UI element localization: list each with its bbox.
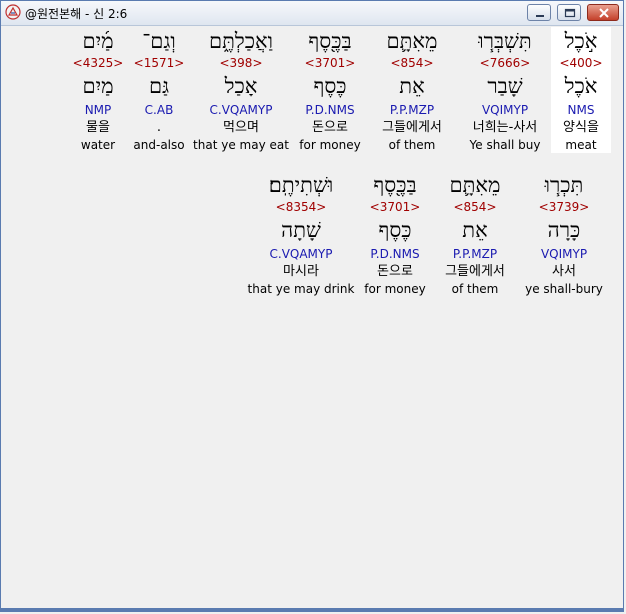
minimize-icon (536, 15, 544, 17)
window-title: @원전본해 - 신 2:6 (25, 7, 128, 21)
lemma: כָּרָה (547, 218, 581, 242)
english-gloss: ye shall-bury (525, 282, 603, 296)
hebrew-word: תִּכְר֧וּ (544, 173, 584, 197)
maximize-button[interactable] (557, 4, 581, 21)
word-1-4[interactable]: בַּכֶּ֖סֶף <3701> כֶּסֶף P.D.NMS 돈으로 for… (297, 27, 363, 153)
korean-gloss: 사서 (552, 264, 576, 279)
english-gloss: of them (388, 138, 436, 152)
hebrew-word: בַּכֶּ֖סֶף (373, 173, 417, 197)
title-bar[interactable]: @원전본해 - 신 2:6 (1, 1, 623, 26)
strong-number[interactable]: <398> (193, 55, 289, 71)
morphology: NMP (84, 103, 112, 117)
word-1-1[interactable]: אֹ֣כֶל <400> אֹכֶל NMS 양식을 meat (551, 27, 611, 153)
english-gloss: Ye shall buy (469, 138, 541, 152)
morphology: C.AB (144, 103, 174, 117)
hebrew-word: וְגַם־ (142, 29, 176, 53)
english-gloss: that ye may eat (193, 138, 289, 152)
word-2-4[interactable]: וּשְׁתִיתֶֽם׃ <8354> שָׁתָה C.VQAMYP 마시라… (247, 171, 355, 297)
lemma: אֵת (462, 218, 488, 242)
strong-number[interactable]: <1571> (131, 55, 187, 71)
english-gloss: of them (451, 282, 499, 296)
lemma: כֶּסֶף (378, 218, 412, 242)
lemma: מַיִם (82, 74, 114, 98)
close-button[interactable] (587, 4, 619, 21)
morphology: NMS (567, 103, 595, 117)
morphology: P.P.MZP (389, 103, 435, 117)
morphology: VQIMYP (481, 103, 529, 117)
hebrew-word: וּשְׁתִיתֶֽם׃ (268, 173, 334, 197)
hebrew-word: אֹ֣כֶל (564, 29, 598, 53)
minimize-button[interactable] (527, 4, 551, 21)
verse-line-2: תִּכְר֧וּ <3739> כָּרָה VQIMYP 사서 ye sha… (7, 171, 617, 311)
korean-gloss: 그들에게서 (445, 264, 505, 279)
korean-gloss: 너희는-사서 (472, 120, 538, 135)
strong-number[interactable]: <854> (371, 55, 453, 71)
word-2-3[interactable]: בַּכֶּ֖סֶף <3701> כֶּסֶף P.D.NMS 돈으로 for… (361, 171, 429, 297)
english-gloss: meat (565, 138, 597, 152)
english-gloss: for money (299, 138, 361, 152)
strong-number[interactable]: <3739> (519, 199, 609, 215)
korean-gloss: 그들에게서 (382, 120, 442, 135)
korean-gloss: 돈으로 (377, 264, 413, 279)
word-1-2[interactable]: תִּשְׁבְּר֧וּ <7666> שָׁבַר VQIMYP 너희는-사… (463, 27, 547, 153)
lemma: שָׁתָה (281, 218, 321, 242)
word-1-3[interactable]: מֵאִתָּ֛ם <854> אֵת P.P.MZP 그들에게서 of the… (371, 27, 453, 153)
window-bottom-border (1, 608, 623, 611)
english-gloss: for money (364, 282, 426, 296)
english-gloss: water (80, 138, 116, 152)
word-2-2[interactable]: מֵאִתָּ֛ם <854> אֵת P.P.MZP 그들에게서 of the… (435, 171, 515, 297)
korean-gloss: 돈으로 (312, 120, 348, 135)
morphology: P.P.MZP (452, 247, 498, 261)
hebrew-word: מַ֜יִם (82, 29, 114, 53)
strong-number[interactable]: <400> (551, 55, 611, 71)
lemma: אֹכֶל (564, 74, 598, 98)
verse-line-1: אֹ֣כֶל <400> אֹכֶל NMS 양식을 meat תִּשְׁבְ… (7, 27, 617, 171)
app-window: @원전본해 - 신 2:6 אֹ֣כֶל <400> אֹכֶל NMS 양식을… (0, 0, 624, 612)
strong-number[interactable]: <3701> (361, 199, 429, 215)
word-1-5[interactable]: וַאֲכַלְתֶּ֑ם <398> אָכַל C.VQAMYP 먹으며 t… (193, 27, 289, 153)
strong-number[interactable]: <8354> (247, 199, 355, 215)
morphology: C.VQAMYP (209, 103, 273, 117)
app-icon[interactable] (5, 4, 21, 20)
korean-gloss: 물을 (86, 120, 110, 135)
hebrew-word: וַאֲכַלְתֶּ֑ם (209, 29, 273, 53)
word-1-6[interactable]: וְגַם־ <1571> גַּם C.AB . and-also (131, 27, 187, 153)
morphology: P.D.NMS (305, 103, 355, 117)
morphology: VQIMYP (540, 247, 588, 261)
lemma: גַּם (148, 74, 170, 98)
word-1-7[interactable]: מַ֜יִם <4325> מַיִם NMP 물을 water (71, 27, 125, 153)
strong-number[interactable]: <3701> (297, 55, 363, 71)
maximize-icon (564, 8, 576, 18)
lemma: אֵת (399, 74, 425, 98)
morphology: P.D.NMS (370, 247, 420, 261)
close-icon (599, 8, 609, 18)
hebrew-word: בַּכֶּ֖סֶף (308, 29, 352, 53)
morphology: C.VQAMYP (269, 247, 333, 261)
english-gloss: that ye may drink (247, 282, 355, 296)
english-gloss: and-also (133, 138, 185, 152)
hebrew-word: מֵאִתָּ֛ם (386, 29, 438, 53)
lemma: כֶּסֶף (313, 74, 347, 98)
strong-number[interactable]: <4325> (71, 55, 125, 71)
hebrew-word: תִּשְׁבְּר֧וּ (478, 29, 532, 53)
lemma: שָׁבַר (487, 74, 523, 98)
word-2-1[interactable]: תִּכְר֧וּ <3739> כָּרָה VQIMYP 사서 ye sha… (519, 171, 609, 297)
lemma: אָכַל (224, 74, 258, 98)
korean-gloss: 마시라 (283, 264, 319, 279)
strong-number[interactable]: <7666> (463, 55, 547, 71)
strong-number[interactable]: <854> (435, 199, 515, 215)
hebrew-word: מֵאִתָּ֛ם (449, 173, 501, 197)
korean-gloss: . (156, 120, 162, 135)
interlinear-panel: אֹ֣כֶל <400> אֹכֶל NMS 양식을 meat תִּשְׁבְ… (7, 27, 617, 609)
korean-gloss: 양식을 (563, 120, 599, 135)
korean-gloss: 먹으며 (223, 120, 259, 135)
